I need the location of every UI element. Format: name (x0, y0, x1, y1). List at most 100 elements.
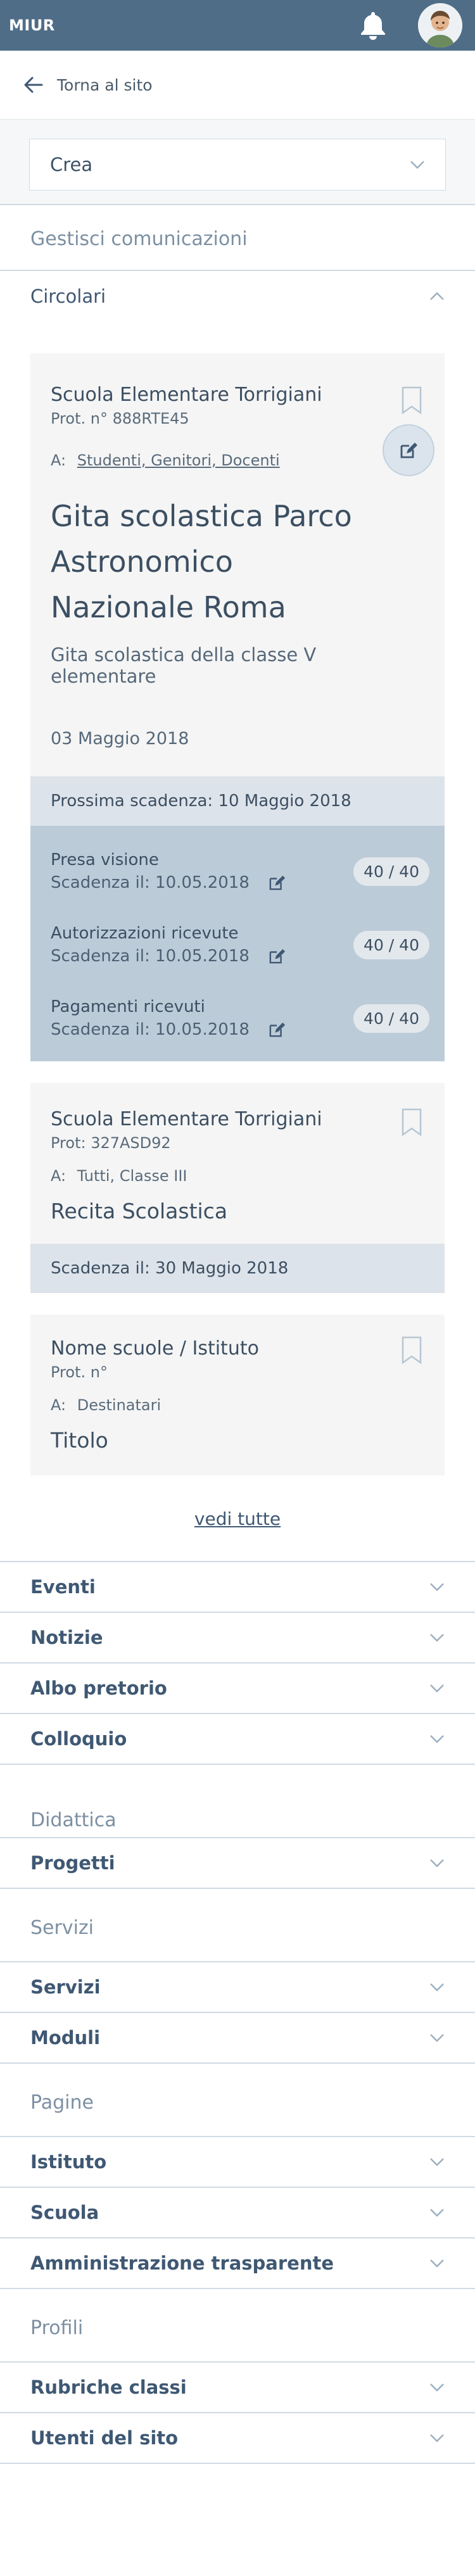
card-prot: Prot: 327ASD92 (51, 1134, 171, 1152)
edit-icon[interactable] (269, 948, 286, 964)
accordion-servizi[interactable]: Servizi (0, 1962, 475, 2013)
edit-icon (399, 441, 418, 460)
accordion-label: Eventi (30, 1576, 96, 1598)
task-name: Autorizzazioni ricevute (51, 924, 239, 943)
bookmark-icon[interactable] (402, 1336, 422, 1364)
accordion-progetti[interactable]: Progetti (0, 1838, 475, 1889)
task-name: Pagamenti ricevuti (51, 997, 205, 1016)
card-school: Nome scuole / Istituto (51, 1337, 259, 1360)
accordion-amministrazione-trasparente[interactable]: Amministrazione trasparente (0, 2238, 475, 2289)
circolare-card[interactable]: Nome scuole / Istituto Prot. n° A: Desti… (30, 1315, 445, 1475)
card-to-label: A: (51, 1396, 66, 1414)
task-count-badge: 40 / 40 (353, 1004, 429, 1033)
chevron-down-icon (429, 2434, 445, 2442)
see-all-link[interactable]: vedi tutte (0, 1508, 475, 1529)
task-deadline: Scadenza il: 10.05.2018 (51, 1020, 250, 1039)
accordion-label: Amministrazione trasparente (30, 2252, 334, 2274)
accordion-label: Istituto (30, 2151, 107, 2173)
top-bar: MIUR (0, 0, 475, 51)
accordion-label: Utenti del sito (30, 2427, 179, 2449)
card-recipients: Tutti, Classe III (77, 1167, 187, 1185)
card-recipients-row: A: Destinatari (51, 1396, 424, 1414)
card-recipients-row: A: Studenti, Genitori, Docenti (51, 451, 424, 469)
back-to-site-link[interactable]: Torna al sito (0, 51, 475, 119)
accordion-label: Moduli (30, 2027, 101, 2049)
accordion-notizie[interactable]: Notizie (0, 1613, 475, 1664)
task-row: Autorizzazioni ricevute Scadenza il: 10.… (30, 908, 445, 982)
accordion-istituto[interactable]: Istituto (0, 2137, 475, 2188)
card-title: Recita Scolastica (51, 1199, 228, 1223)
bell-icon[interactable] (358, 11, 388, 40)
card-description: Gita scolastica della classe V elementar… (51, 644, 317, 687)
accordion-utenti-del-sito[interactable]: Utenti del sito (0, 2413, 475, 2464)
chevron-down-icon (429, 1983, 445, 1992)
task-deadline: Scadenza il: 10.05.2018 (51, 873, 250, 892)
card-school: Scuola Elementare Torrigiani (51, 1108, 322, 1130)
chevron-down-icon (429, 1582, 445, 1591)
edit-button[interactable] (383, 424, 434, 476)
card-recipients: Destinatari (77, 1396, 162, 1414)
chevron-down-icon (429, 1859, 445, 1867)
card-to-label: A: (51, 451, 66, 469)
back-to-site-label: Torna al sito (57, 75, 153, 94)
accordion-circolari-label: Circolari (30, 286, 106, 307)
section-label-gestisci: Gestisci comunicazioni (30, 228, 248, 250)
crea-label: Crea (50, 154, 93, 175)
card-to-label: A: (51, 1167, 66, 1185)
task-row: Presa visione Scadenza il: 10.05.2018 40… (30, 835, 445, 908)
accordion-moduli[interactable]: Moduli (0, 2013, 475, 2064)
circolare-card[interactable]: Scuola Elementare Torrigiani Prot. n° 88… (30, 353, 445, 1061)
accordion-rubriche-classi[interactable]: Rubriche classi (0, 2363, 475, 2413)
card-recipients-link[interactable]: Studenti, Genitori, Docenti (77, 451, 280, 469)
task-count-badge: 40 / 40 (353, 857, 429, 886)
accordion-eventi[interactable]: Eventi (0, 1562, 475, 1613)
task-name: Presa visione (51, 850, 159, 869)
deadline-bar: Scadenza il: 30 Maggio 2018 (30, 1244, 445, 1293)
top-bar-actions (358, 3, 462, 47)
card-prot: Prot. n° (51, 1363, 108, 1381)
chevron-up-icon (429, 292, 445, 301)
circolare-card[interactable]: Scuola Elementare Torrigiani Prot: 327AS… (30, 1083, 445, 1293)
deadline-text: Scadenza il: 30 Maggio 2018 (51, 1259, 289, 1278)
edit-icon[interactable] (269, 1021, 286, 1038)
accordion-label: Colloquio (30, 1728, 127, 1750)
crea-dropdown[interactable]: Crea (29, 139, 446, 191)
crea-container: Crea (0, 119, 475, 205)
next-deadline-bar: Prossima scadenza: 10 Maggio 2018 (30, 776, 445, 826)
chevron-down-icon (429, 2157, 445, 2166)
chevron-down-icon (429, 2033, 445, 2042)
section-servizi: Servizi (0, 1889, 475, 1940)
task-count-badge: 40 / 40 (353, 930, 429, 959)
edit-icon[interactable] (269, 874, 286, 891)
chevron-down-icon (410, 160, 425, 169)
avatar[interactable] (418, 3, 462, 47)
section-didattica: Didattica (0, 1765, 475, 1831)
chevron-down-icon (429, 2383, 445, 2392)
accordion-label: Servizi (30, 1976, 101, 1998)
brand-label: MIUR (9, 16, 55, 34)
card-date: 03 Maggio 2018 (51, 729, 189, 748)
next-deadline-text: Prossima scadenza: 10 Maggio 2018 (51, 792, 352, 811)
chevron-down-icon (429, 2259, 445, 2268)
task-list: Presa visione Scadenza il: 10.05.2018 40… (30, 826, 445, 1061)
chevron-down-icon (429, 2208, 445, 2217)
arrow-left-icon (24, 77, 57, 93)
accordion-albo-pretorio[interactable]: Albo pretorio (0, 1664, 475, 1714)
accordion-label: Notizie (30, 1627, 103, 1648)
task-row: Pagamenti ricevuti Scadenza il: 10.05.20… (30, 982, 445, 1055)
section-label-pagine: Pagine (30, 2092, 94, 2114)
accordion-circolari[interactable]: Circolari (0, 270, 475, 322)
bookmark-icon[interactable] (402, 386, 422, 414)
accordion-colloquio[interactable]: Colloquio (0, 1714, 475, 1765)
accordion-scuola[interactable]: Scuola (0, 2188, 475, 2238)
accordion-label: Progetti (30, 1852, 115, 1874)
card-recipients-row: A: Tutti, Classe III (51, 1167, 424, 1185)
section-pagine: Pagine (0, 2064, 475, 2114)
card-title: Gita scolastica Parco Astronomico Nazion… (51, 499, 352, 624)
card-school: Scuola Elementare Torrigiani (51, 384, 322, 406)
accordion-label: Scuola (30, 2202, 99, 2223)
bookmark-icon[interactable] (402, 1108, 422, 1136)
card-title: Titolo (51, 1428, 108, 1453)
section-profili: Profili (0, 2289, 475, 2340)
card-prot: Prot. n° 888RTE45 (51, 410, 189, 427)
